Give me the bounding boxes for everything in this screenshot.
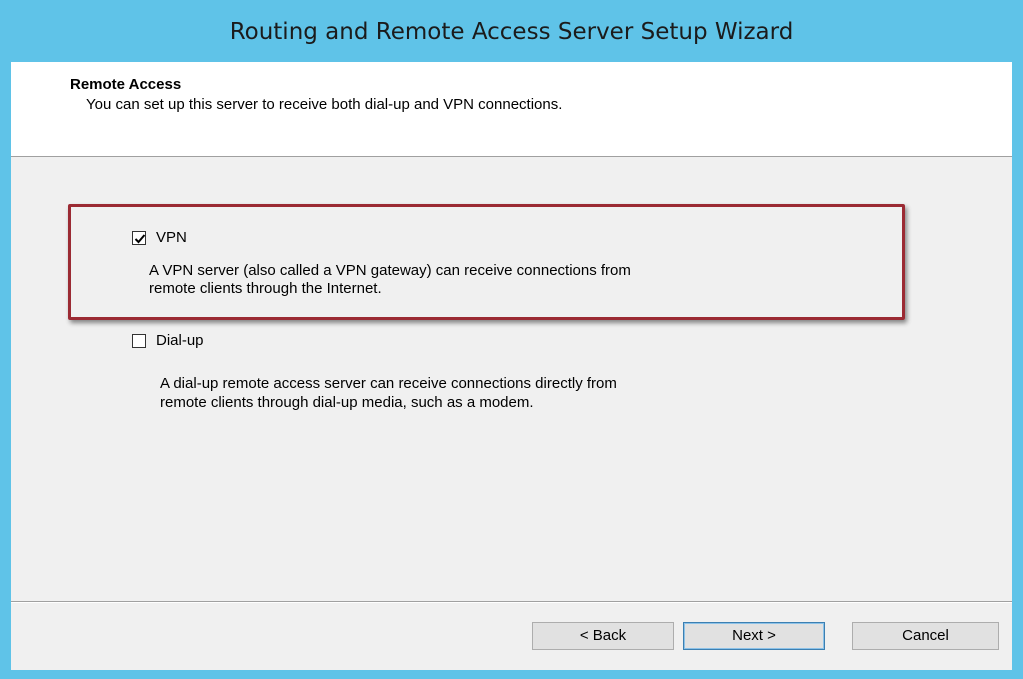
window-title: Routing and Remote Access Server Setup W… [229, 19, 794, 45]
page-title: Remote Access [70, 76, 182, 93]
dialup-description-line-1: A dial-up remote access server can recei… [160, 375, 617, 392]
page-subtitle: You can set up this server to receive bo… [86, 96, 563, 113]
vpn-label: VPN [156, 229, 187, 246]
back-button[interactable]: < Back [532, 622, 674, 650]
vpn-description-line-1: A VPN server (also called a VPN gateway)… [149, 262, 631, 279]
footer-divider [11, 601, 1012, 603]
dialup-description-line-2: remote clients through dial-up media, su… [160, 394, 534, 411]
vpn-option[interactable]: VPN [132, 229, 187, 246]
checkmark-icon [134, 233, 146, 243]
next-button[interactable]: Next > [683, 622, 825, 650]
dialup-option[interactable]: Dial-up [132, 332, 204, 349]
wizard-header: Remote Access You can set up this server… [11, 62, 1012, 157]
vpn-description-line-2: remote clients through the Internet. [149, 280, 382, 297]
wizard-window: Routing and Remote Access Server Setup W… [0, 0, 1023, 679]
wizard-client-area: Remote Access You can set up this server… [11, 62, 1012, 670]
cancel-button[interactable]: Cancel [852, 622, 999, 650]
dialup-label: Dial-up [156, 332, 204, 349]
vpn-checkbox[interactable] [132, 230, 146, 245]
title-bar[interactable]: Routing and Remote Access Server Setup W… [0, 0, 1023, 62]
dialup-checkbox[interactable] [132, 333, 146, 348]
